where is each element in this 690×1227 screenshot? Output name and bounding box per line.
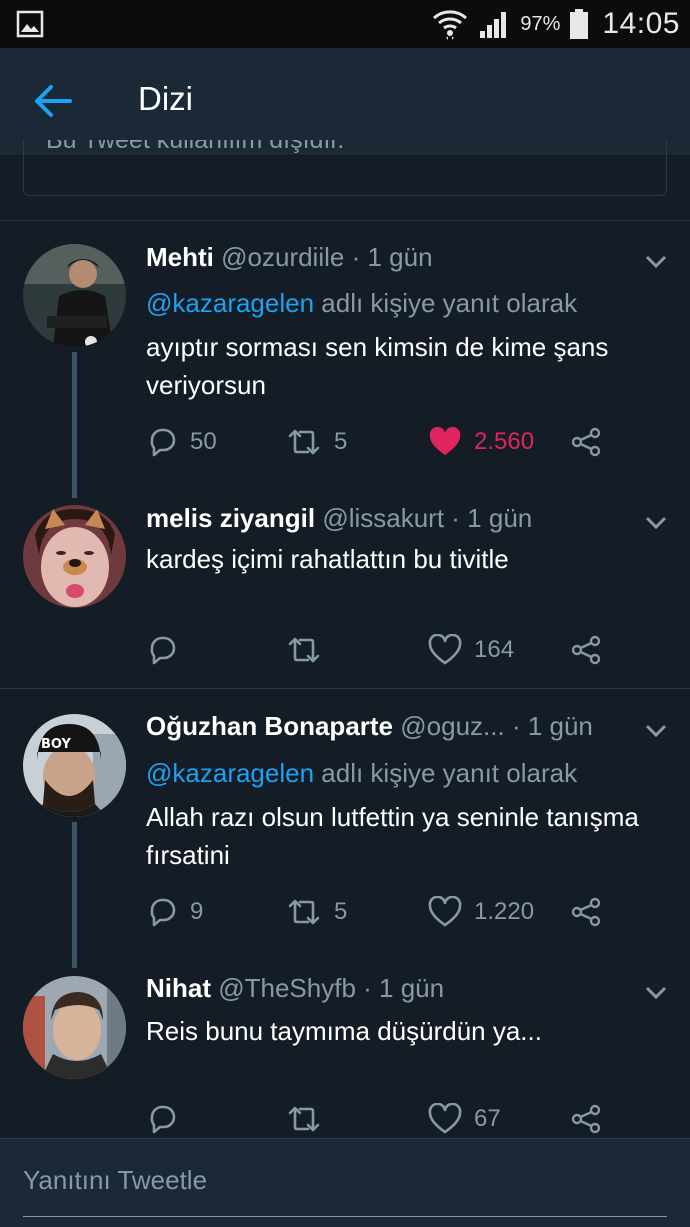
reply-icon xyxy=(150,636,176,665)
share-button[interactable] xyxy=(570,630,602,670)
tweet-text: ayıptır sorması sen kimsin de kime şans … xyxy=(146,332,609,400)
reply-context-text: adlı kişiye yanıt olarak xyxy=(314,288,578,318)
chevron-down-icon[interactable] xyxy=(644,254,668,270)
wifi-icon xyxy=(433,10,468,40)
retweet-count: 5 xyxy=(334,428,348,455)
status-bar: 97% 14:05 xyxy=(0,0,690,48)
thread-connector xyxy=(72,352,77,498)
tweet-time: · 1 gün xyxy=(363,973,445,1003)
avatar[interactable] xyxy=(23,244,126,347)
tweet-header: Oğuzhan Bonaparte @oguz... · 1 gün xyxy=(146,711,630,745)
reply-input[interactable] xyxy=(23,1161,667,1217)
share-icon xyxy=(571,897,601,927)
avatar[interactable] xyxy=(23,505,126,608)
tweet-header: Nihat @TheShyfb · 1 gün xyxy=(146,973,630,1007)
svg-text:BOY: BOY xyxy=(41,737,71,752)
tweet-header: Mehti @ozurdiile · 1 gün xyxy=(146,242,630,276)
retweet-count: 5 xyxy=(334,898,348,925)
author-name[interactable]: melis ziyangil xyxy=(146,503,315,533)
divider xyxy=(0,220,690,221)
reply-button[interactable] xyxy=(146,630,190,670)
author-handle[interactable]: @lissakurt xyxy=(322,503,444,533)
tweet-header: melis ziyangil @lissakurt · 1 gün xyxy=(146,503,630,537)
unavailable-tweet-text: Bu Tweet kullanılım dışıdır. xyxy=(46,140,345,154)
tweet-actions: 164 xyxy=(146,630,616,670)
reply-composer xyxy=(0,1138,690,1227)
tweet-time: · 1 gün xyxy=(351,242,433,272)
battery-icon xyxy=(570,9,589,39)
like-button[interactable]: 2.560 xyxy=(428,422,534,462)
chevron-down-icon[interactable] xyxy=(644,723,668,739)
like-count: 164 xyxy=(474,636,515,663)
heart-icon xyxy=(428,1103,462,1134)
mention-link[interactable]: @kazaragelen xyxy=(146,288,314,318)
chevron-down-icon[interactable] xyxy=(644,985,668,1001)
reply-context: @kazaragelen adlı kişiye yanıt olarak xyxy=(146,288,577,319)
author-handle[interactable]: @oguz... xyxy=(400,711,504,741)
share-button[interactable] xyxy=(570,422,602,462)
tweet-time: · 1 gün xyxy=(511,711,593,741)
tweet-actions: 9 5 1.220 xyxy=(146,892,616,932)
reply-button[interactable]: 50 xyxy=(146,422,217,462)
tweet-text: kardeş içimi rahatlattın bu tivitle xyxy=(146,544,509,574)
reply-icon xyxy=(150,898,176,927)
avatar[interactable]: BOY xyxy=(23,714,126,817)
reply-icon xyxy=(150,1105,176,1134)
author-name[interactable]: Oğuzhan Bonaparte xyxy=(146,711,393,741)
reply-count: 50 xyxy=(190,428,217,455)
battery-percentage: 97% xyxy=(520,12,561,35)
tweet-time: · 1 gün xyxy=(451,503,533,533)
signal-icon xyxy=(480,12,507,38)
retweet-icon xyxy=(288,899,320,925)
retweet-button[interactable]: 5 xyxy=(286,892,347,932)
reply-icon xyxy=(150,428,176,457)
retweet-button[interactable] xyxy=(286,1099,334,1139)
reply-button[interactable] xyxy=(146,1099,190,1139)
thread-connector xyxy=(72,822,77,968)
avatar[interactable] xyxy=(23,976,126,1079)
like-button[interactable]: 67 xyxy=(428,1099,501,1139)
like-count: 2.560 xyxy=(474,428,535,455)
heart-icon xyxy=(428,896,462,927)
retweet-button[interactable]: 5 xyxy=(286,422,347,462)
back-arrow-icon[interactable] xyxy=(34,84,72,118)
share-icon xyxy=(571,635,601,665)
reply-count: 9 xyxy=(190,898,204,925)
retweet-button[interactable] xyxy=(286,630,334,670)
divider xyxy=(0,688,690,689)
share-button[interactable] xyxy=(570,892,602,932)
reply-context-text: adlı kişiye yanıt olarak xyxy=(314,758,578,788)
page-title: Dizi xyxy=(138,80,193,117)
clock: 14:05 xyxy=(602,7,680,40)
tweet-actions: 67 xyxy=(146,1099,616,1139)
tweet-text: Allah razı olsun lutfettin ya seninle ta… xyxy=(146,802,639,870)
like-count: 1.220 xyxy=(474,898,535,925)
retweet-icon xyxy=(288,429,320,455)
like-button[interactable]: 1.220 xyxy=(428,892,534,932)
heart-filled-icon xyxy=(429,426,461,455)
chevron-down-icon[interactable] xyxy=(644,515,668,531)
like-button[interactable]: 164 xyxy=(428,630,514,670)
unavailable-tweet-notice: Bu Tweet kullanılım dışıdır. xyxy=(23,140,667,196)
share-icon xyxy=(571,427,601,457)
mention-link[interactable]: @kazaragelen xyxy=(146,758,314,788)
like-count: 67 xyxy=(474,1105,501,1132)
tweet-actions: 50 5 2.560 xyxy=(146,422,616,462)
retweet-icon xyxy=(288,1106,320,1132)
share-icon xyxy=(571,1104,601,1134)
author-handle[interactable]: @TheShyfb xyxy=(218,973,356,1003)
author-name[interactable]: Nihat xyxy=(146,973,211,1003)
tweet-text: Reis bunu taymıma düşürdün ya... xyxy=(146,1016,542,1046)
gallery-icon xyxy=(16,10,44,38)
reply-context: @kazaragelen adlı kişiye yanıt olarak xyxy=(146,758,577,789)
share-button[interactable] xyxy=(570,1099,602,1139)
retweet-icon xyxy=(288,637,320,663)
author-handle[interactable]: @ozurdiile xyxy=(221,242,344,272)
reply-button[interactable]: 9 xyxy=(146,892,203,932)
author-name[interactable]: Mehti xyxy=(146,242,214,272)
heart-icon xyxy=(428,634,462,665)
